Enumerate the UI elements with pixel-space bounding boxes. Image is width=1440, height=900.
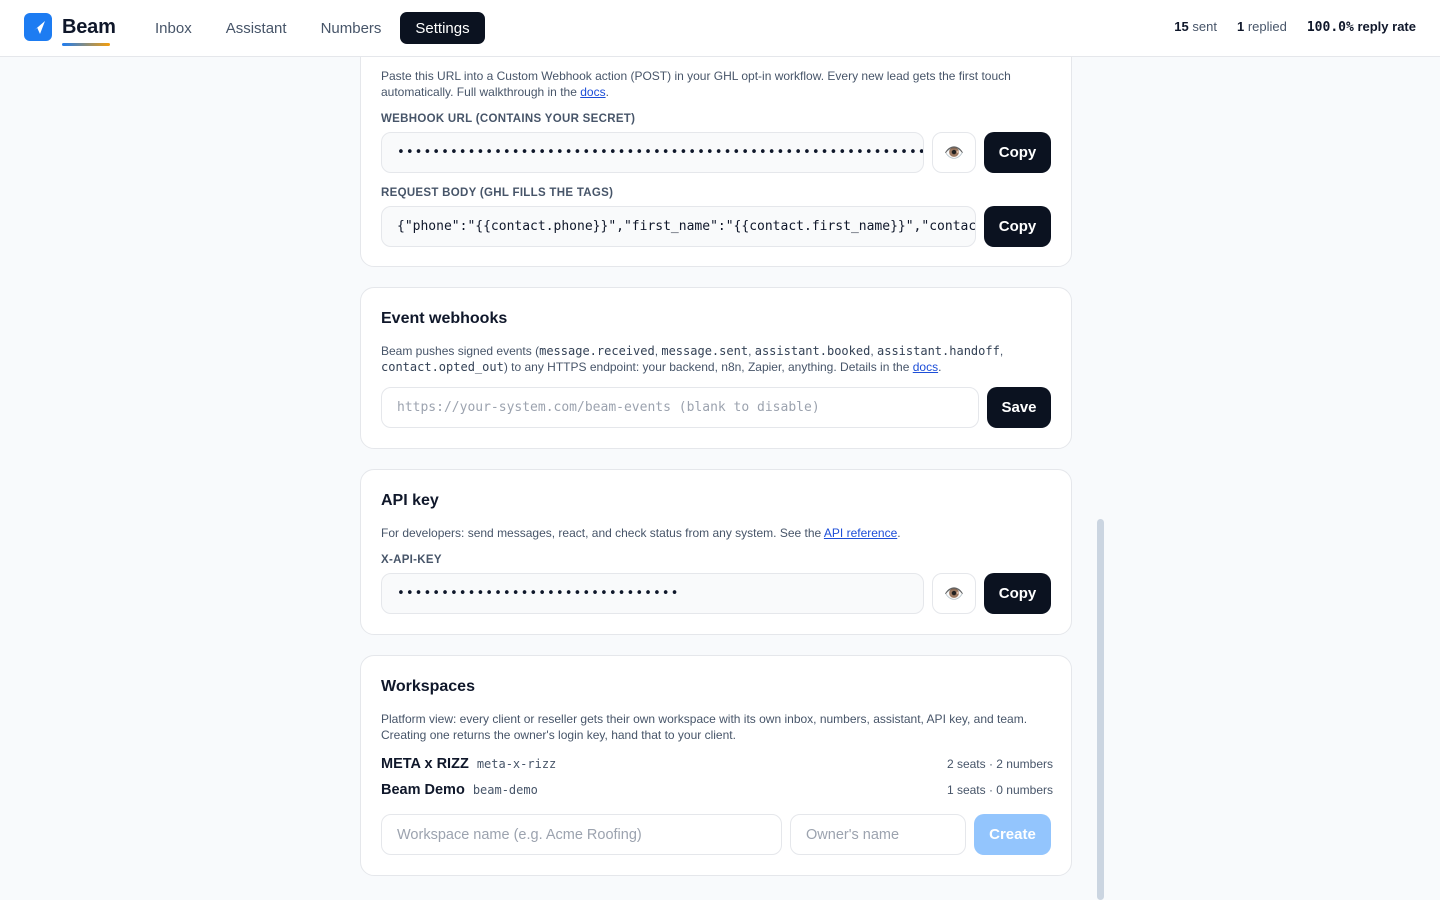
event-endpoint-input[interactable]: https://your-system.com/beam-events (bla… bbox=[381, 387, 979, 428]
brand-logo[interactable]: Beam bbox=[24, 13, 116, 46]
workspace-slug: meta-x-rizz bbox=[476, 757, 557, 771]
workspace-name: Beam Demo bbox=[381, 782, 465, 798]
copy-request-body-button[interactable]: Copy bbox=[984, 206, 1051, 247]
nav-numbers[interactable]: Numbers bbox=[306, 12, 397, 44]
copy-api-key-button[interactable]: Copy bbox=[984, 573, 1051, 614]
workspace-row[interactable]: META x RIZZ meta-x-rizz 2 seats · 2 numb… bbox=[381, 756, 1053, 772]
workspace-slug: beam-demo bbox=[472, 783, 538, 797]
api-key-title: API key bbox=[381, 492, 439, 509]
optin-docs-link[interactable]: docs bbox=[580, 85, 605, 99]
event-docs-link[interactable]: docs bbox=[913, 360, 938, 374]
workspace-name: META x RIZZ bbox=[381, 756, 469, 772]
workspaces-card: Workspaces Platform view: every client o… bbox=[360, 655, 1072, 876]
nav-settings[interactable]: Settings bbox=[400, 12, 485, 44]
request-body-label: Request body (GHL fills the tags) bbox=[381, 187, 614, 199]
brand-name: Beam bbox=[62, 16, 116, 38]
event-webhooks-title: Event webhooks bbox=[381, 310, 508, 327]
nav-assistant[interactable]: Assistant bbox=[211, 12, 302, 44]
create-workspace-button[interactable]: Create bbox=[974, 814, 1051, 855]
paper-plane-icon bbox=[24, 13, 52, 41]
main-nav: Inbox Assistant Numbers Settings bbox=[140, 12, 485, 44]
copy-webhook-url-button[interactable]: Copy bbox=[984, 132, 1051, 173]
workspace-meta: 1 seats · 0 numbers bbox=[946, 783, 1053, 797]
request-body-field[interactable]: {"phone":"{{contact.phone}}","first_name… bbox=[381, 206, 976, 247]
event-webhooks-description: Beam pushes signed events (message.recei… bbox=[381, 344, 1004, 374]
api-key-description: For developers: send messages, react, an… bbox=[381, 526, 901, 540]
webhook-url-field[interactable]: ••••••••••••••••••••••••••••••••••••••••… bbox=[381, 132, 924, 173]
api-key-card: API key For developers: send messages, r… bbox=[360, 469, 1072, 635]
event-webhooks-card: Event webhooks Beam pushes signed events… bbox=[360, 287, 1072, 449]
brand-underline bbox=[62, 43, 110, 46]
save-endpoint-button[interactable]: Save bbox=[987, 387, 1051, 428]
nav-inbox[interactable]: Inbox bbox=[140, 12, 207, 44]
api-key-label: X-API-KEY bbox=[381, 554, 442, 566]
workspace-name-input[interactable]: Workspace name (e.g. Acme Roofing) bbox=[381, 814, 782, 855]
stat-sent: 15 sent bbox=[1174, 19, 1217, 34]
optin-webhook-card: Paste this URL into a Custom Webhook act… bbox=[360, 30, 1072, 267]
api-reference-link[interactable]: API reference bbox=[824, 526, 897, 540]
page-scrollbar-thumb[interactable] bbox=[1097, 519, 1104, 900]
optin-description: Paste this URL into a Custom Webhook act… bbox=[381, 69, 1011, 99]
stat-reply-rate: 100.0% reply rate bbox=[1306, 19, 1416, 35]
api-key-field[interactable]: •••••••••••••••••••••••••••••••• bbox=[381, 573, 924, 614]
workspaces-description: Platform view: every client or reseller … bbox=[381, 712, 1028, 742]
owner-name-input[interactable]: Owner's name bbox=[790, 814, 966, 855]
reveal-webhook-url-button[interactable]: 👁️ bbox=[932, 132, 976, 173]
eye-icon: 👁️ bbox=[944, 144, 964, 162]
top-bar: Beam Inbox Assistant Numbers Settings 15… bbox=[0, 0, 1440, 57]
workspaces-title: Workspaces bbox=[381, 678, 475, 695]
header-stats: 15 sent 1 replied 100.0% reply rate bbox=[1174, 19, 1416, 35]
eye-icon: 👁️ bbox=[944, 585, 964, 603]
webhook-url-label: Webhook URL (contains your secret) bbox=[381, 113, 636, 125]
reveal-api-key-button[interactable]: 👁️ bbox=[932, 573, 976, 614]
workspace-meta: 2 seats · 2 numbers bbox=[946, 757, 1053, 771]
workspace-row[interactable]: Beam Demo beam-demo 1 seats · 0 numbers bbox=[381, 782, 1053, 798]
stat-replied: 1 replied bbox=[1236, 19, 1287, 34]
